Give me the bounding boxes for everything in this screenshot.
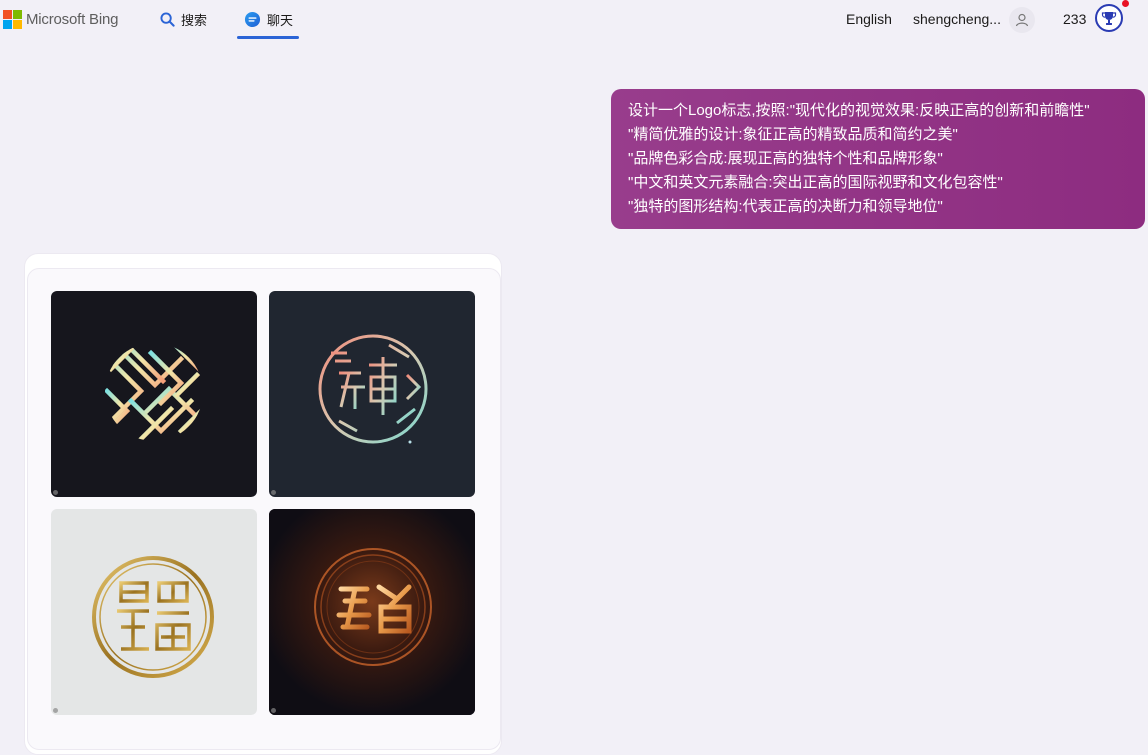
- active-tab-indicator: [237, 36, 299, 39]
- bing-logo[interactable]: Microsoft Bing: [3, 10, 119, 29]
- message-line: 设计一个Logo标志,按照:"现代化的视觉效果:反映正高的创新和前瞻性": [628, 102, 1090, 119]
- chat-icon: [244, 11, 261, 27]
- rewards-points[interactable]: 233: [1063, 11, 1086, 27]
- image-badge-icon: [271, 708, 276, 713]
- logo-text: Microsoft Bing: [26, 10, 119, 28]
- image-badge-icon: [53, 708, 58, 713]
- search-icon: [160, 11, 175, 27]
- message-line: "独特的图形结构:代表正高的决断力和领导地位": [628, 198, 943, 215]
- tab-search-label: 搜索: [181, 12, 208, 28]
- glyph-logo-graphic: [318, 334, 428, 444]
- notification-dot: [1122, 0, 1129, 7]
- trophy-icon: [1101, 12, 1117, 25]
- tab-chat[interactable]: 聊天: [244, 0, 293, 38]
- rewards-button[interactable]: [1095, 4, 1123, 32]
- tab-search[interactable]: 搜索: [160, 0, 207, 38]
- maze-logo-graphic: [105, 343, 203, 441]
- username[interactable]: shengcheng...: [913, 11, 1001, 27]
- avatar[interactable]: [1009, 7, 1035, 33]
- user-icon: [1015, 13, 1029, 27]
- user-message: 设计一个Logo标志,按照:"现代化的视觉效果:反映正高的创新和前瞻性" "精简…: [611, 89, 1145, 229]
- generated-image-2[interactable]: [269, 291, 475, 497]
- message-line: "品牌色彩合成:展现正高的独特个性和品牌形象": [628, 150, 943, 167]
- microsoft-logo-icon: [3, 10, 22, 29]
- tab-chat-label: 聊天: [267, 12, 294, 28]
- image-badge-icon: [53, 490, 58, 495]
- generated-image-3[interactable]: [51, 509, 257, 715]
- language-switch[interactable]: English: [846, 11, 892, 27]
- seal-logo-graphic: [92, 556, 214, 678]
- message-line: "中文和英文元素融合:突出正高的国际视野和文化包容性": [628, 174, 1003, 191]
- generated-image-1[interactable]: [51, 291, 257, 497]
- top-bar: Microsoft Bing 搜索 聊天 English shengcheng.…: [0, 0, 1148, 44]
- image-badge-icon: [271, 490, 276, 495]
- glow-logo-graphic: [269, 509, 475, 715]
- generated-image-4[interactable]: [269, 509, 475, 715]
- message-line: "精简优雅的设计:象征正高的精致品质和简约之美": [628, 126, 958, 143]
